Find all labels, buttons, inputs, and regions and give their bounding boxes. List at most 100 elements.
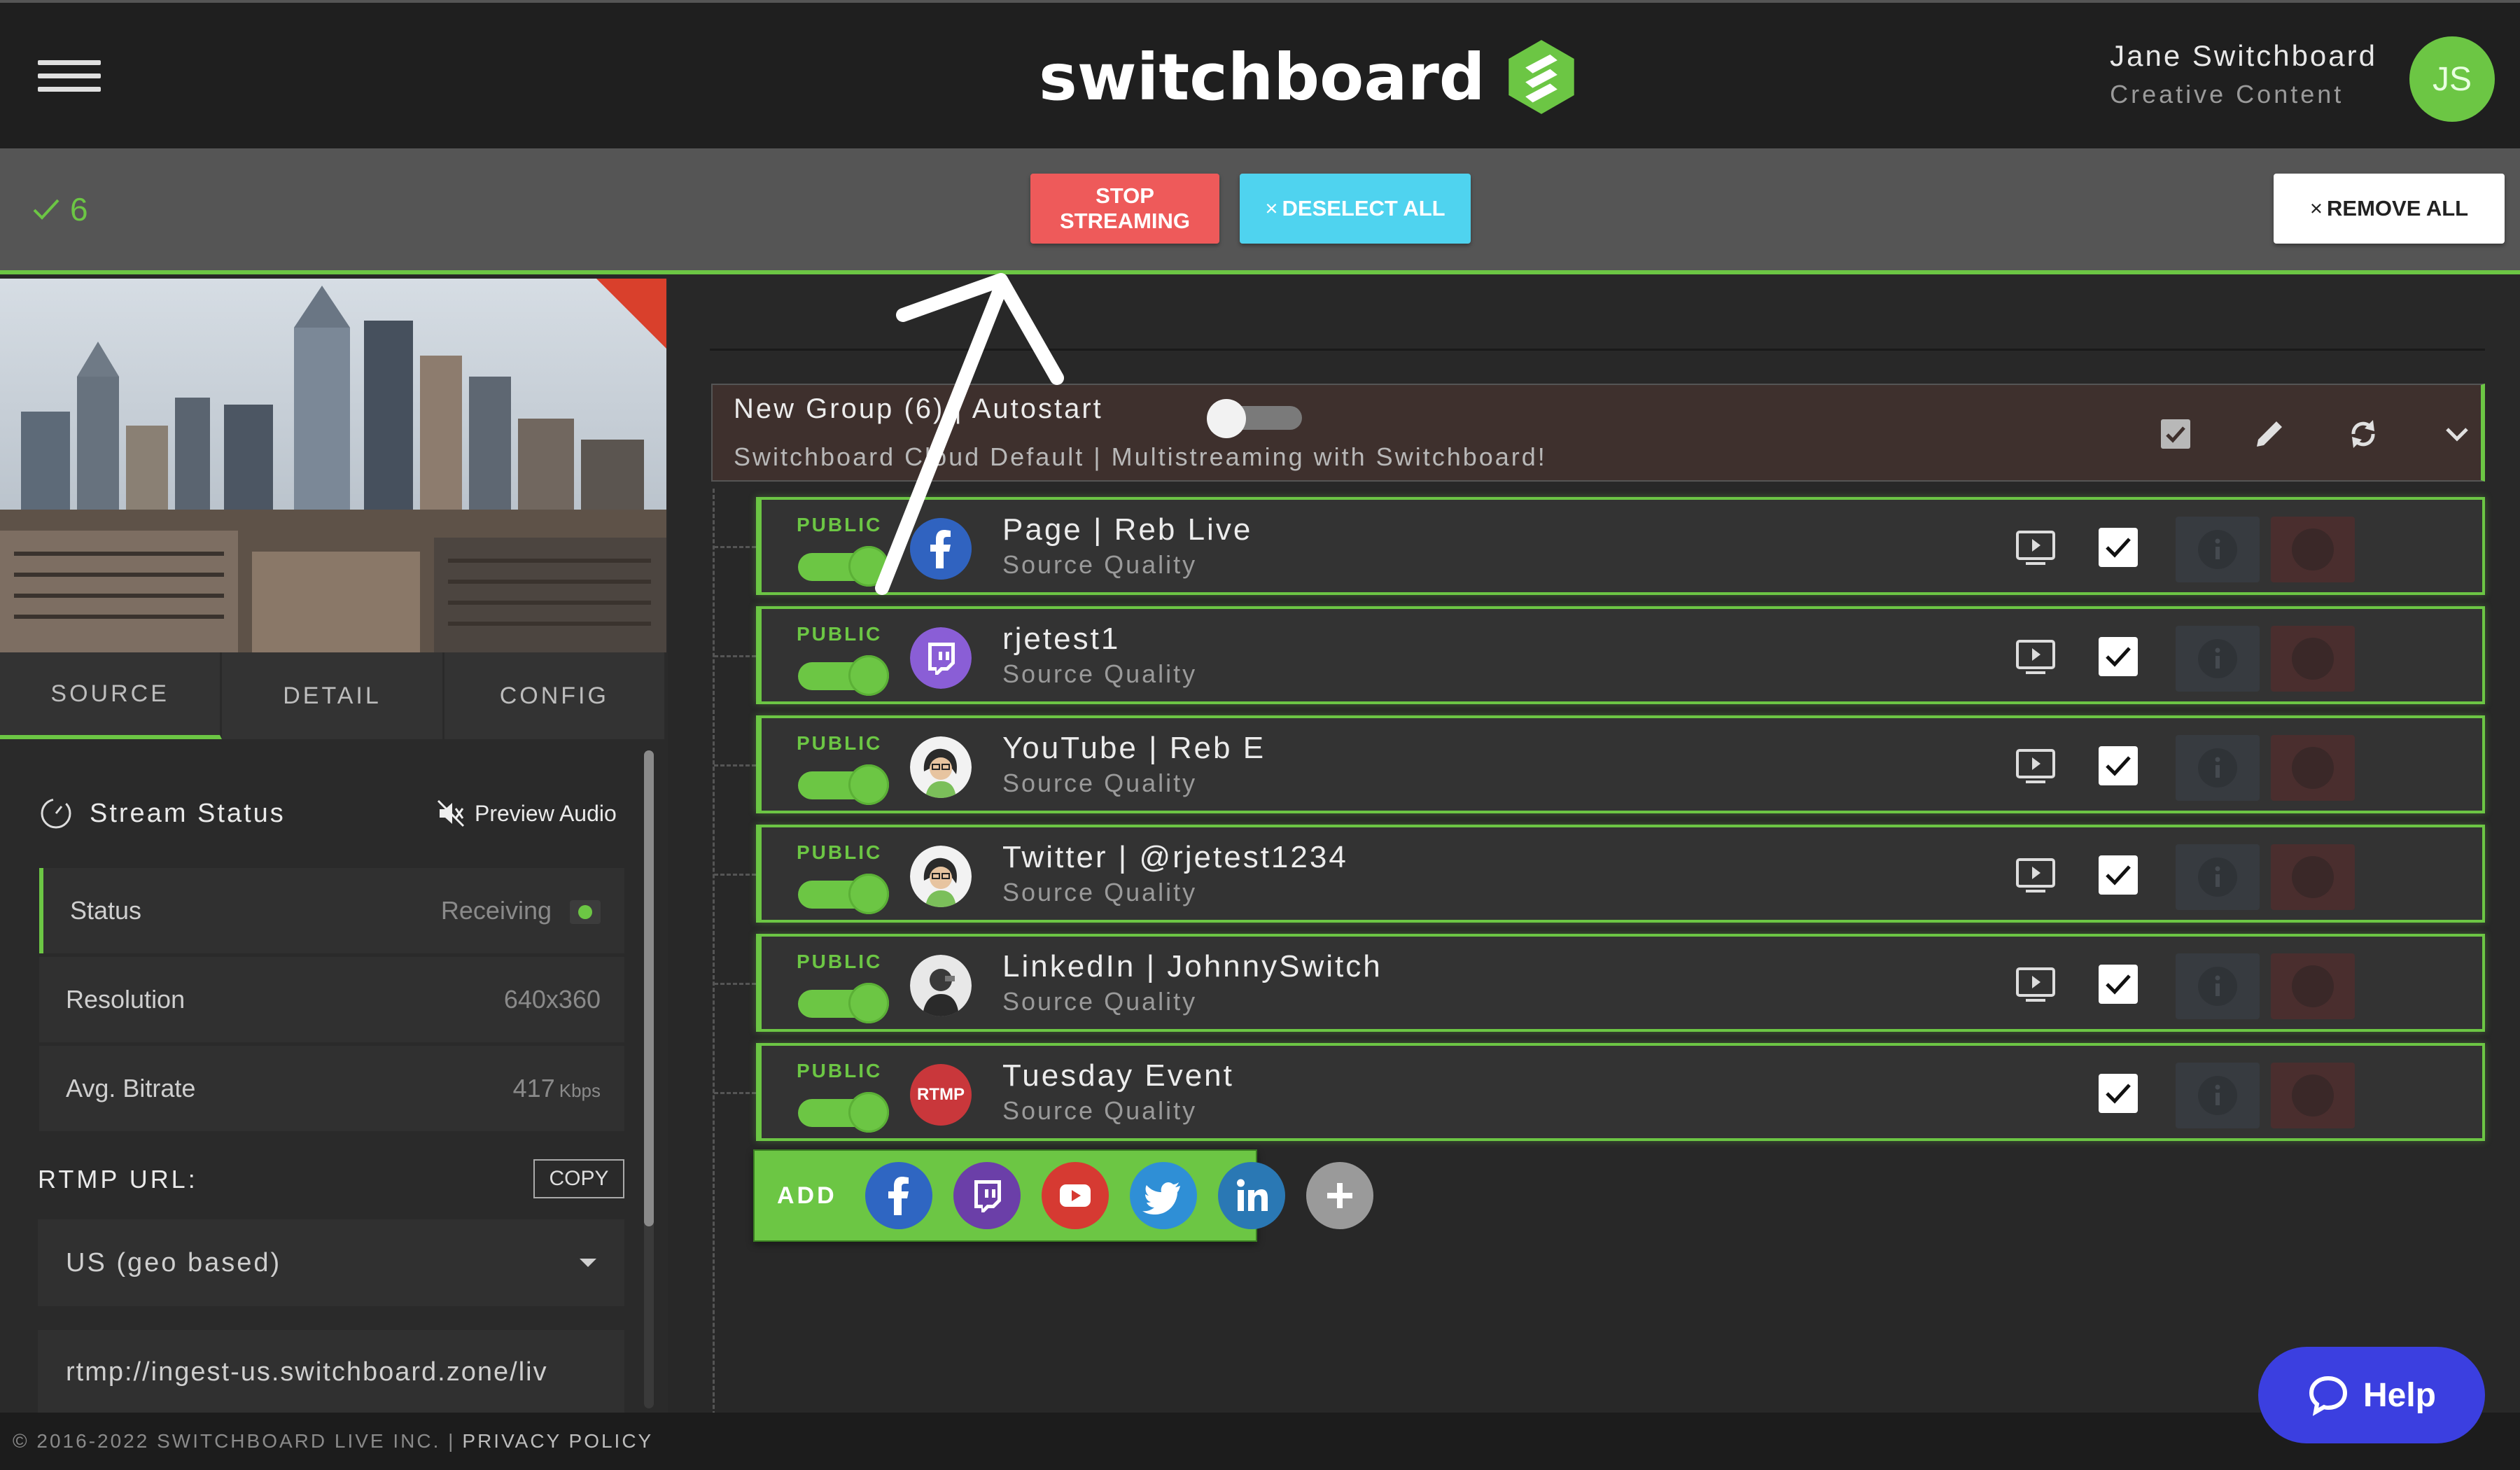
close-icon: × bbox=[1265, 196, 1278, 220]
add-twitter-button[interactable] bbox=[1129, 1162, 1197, 1229]
twitch-icon bbox=[974, 1180, 1001, 1212]
record-icon bbox=[2292, 528, 2334, 570]
add-custom-button[interactable] bbox=[1306, 1162, 1373, 1229]
destination-row-twitch[interactable]: PUBLIC rjetest1 Source Quality bbox=[756, 606, 2485, 704]
chevron-down-icon bbox=[2446, 428, 2468, 442]
tree-branch bbox=[714, 983, 756, 985]
destination-row-youtube[interactable]: PUBLIC YouTube | Reb E Source Quality bbox=[756, 715, 2485, 813]
record-button[interactable] bbox=[2271, 626, 2355, 692]
visibility-label: PUBLIC bbox=[797, 514, 883, 536]
stop-label-line2: STREAMING bbox=[1060, 209, 1190, 233]
toggle-knob bbox=[848, 874, 889, 914]
remove-all-button[interactable]: × REMOVE ALL bbox=[2274, 174, 2505, 244]
tab-detail[interactable]: DETAIL bbox=[222, 652, 444, 739]
logo: switchboard bbox=[1039, 36, 1578, 118]
toggle-knob bbox=[1207, 399, 1246, 438]
destination-toggle[interactable] bbox=[798, 546, 889, 587]
stop-streaming-button[interactable]: STOP STREAMING bbox=[1030, 174, 1219, 244]
preview-video-icon[interactable] bbox=[2015, 857, 2057, 895]
destination-row-twitter[interactable]: PUBLIC Twitter | @rjetest1234 Source Qua… bbox=[756, 825, 2485, 923]
region-select[interactable]: US (geo based) bbox=[38, 1219, 624, 1306]
toggle-knob bbox=[848, 655, 889, 696]
preview-video-icon[interactable] bbox=[2015, 638, 2057, 676]
youtube-avatar bbox=[910, 736, 972, 798]
destination-toggle[interactable] bbox=[798, 983, 889, 1023]
info-button[interactable] bbox=[2176, 844, 2260, 910]
scrollbar-thumb[interactable] bbox=[644, 750, 654, 1226]
preview-video-icon[interactable] bbox=[2015, 748, 2057, 785]
info-button[interactable] bbox=[2176, 735, 2260, 801]
user-name: Jane Switchboard bbox=[2110, 39, 2377, 72]
destination-toggle[interactable] bbox=[798, 874, 889, 914]
destination-checkbox[interactable] bbox=[2099, 855, 2138, 895]
deselect-all-button[interactable]: × DESELECT ALL bbox=[1240, 174, 1471, 244]
group-select-checkbox[interactable] bbox=[2155, 413, 2197, 455]
add-youtube-button[interactable] bbox=[1041, 1162, 1109, 1229]
sync-group-button[interactable] bbox=[2342, 413, 2384, 455]
group-header[interactable]: New Group (6) | Autostart Switchboard Cl… bbox=[711, 384, 2485, 482]
pencil-icon bbox=[2257, 421, 2282, 447]
rtmp-badge: RTMP bbox=[917, 1085, 965, 1104]
left-panel-scrollbar[interactable] bbox=[644, 750, 654, 1408]
tab-source[interactable]: SOURCE bbox=[0, 652, 223, 739]
gauge-icon bbox=[41, 798, 71, 829]
user-avatar[interactable]: JS bbox=[2409, 36, 2495, 122]
action-toolbar: 6 STOP STREAMING × DESELECT ALL × REMOVE… bbox=[0, 148, 2520, 274]
youtube-icon bbox=[1059, 1184, 1091, 1207]
record-button[interactable] bbox=[2271, 735, 2355, 801]
record-button[interactable] bbox=[2271, 953, 2355, 1019]
rtmp-url-field[interactable]: rtmp://ingest-us.switchboard.zone/liv bbox=[38, 1330, 624, 1414]
preview-video-icon[interactable] bbox=[2015, 966, 2057, 1004]
status-label: Status bbox=[70, 896, 142, 925]
destination-row-facebook[interactable]: PUBLIC Page | Reb Live Source Quality bbox=[756, 497, 2485, 595]
privacy-policy-link[interactable]: PRIVACY POLICY bbox=[462, 1430, 653, 1452]
copy-url-button[interactable]: COPY bbox=[533, 1159, 624, 1198]
group-title: New Group (6) | Autostart bbox=[734, 393, 1103, 424]
info-icon bbox=[2198, 858, 2237, 897]
user-info: Jane Switchboard Creative Content bbox=[2110, 39, 2377, 109]
caret-down-icon bbox=[580, 1259, 596, 1267]
add-destination-bar: ADD bbox=[753, 1149, 1373, 1242]
tab-config[interactable]: CONFIG bbox=[444, 652, 666, 739]
destination-row-linkedin[interactable]: PUBLIC LinkedIn | JohnnySwitch Source Qu… bbox=[756, 934, 2485, 1032]
rtmp-icon: RTMP bbox=[910, 1064, 972, 1126]
refresh-icon bbox=[2351, 420, 2375, 448]
hamburger-menu-icon[interactable] bbox=[38, 60, 101, 94]
destination-checkbox[interactable] bbox=[2099, 965, 2138, 1004]
destination-checkbox[interactable] bbox=[2099, 528, 2138, 567]
resolution-row: Resolution 640x360 bbox=[39, 957, 624, 1042]
destination-checkbox[interactable] bbox=[2099, 746, 2138, 785]
edit-group-button[interactable] bbox=[2248, 413, 2290, 455]
twitter-icon bbox=[1142, 1182, 1180, 1214]
linkedin-avatar bbox=[910, 955, 972, 1016]
destination-row-rtmp[interactable]: PUBLIC RTMP Tuesday Event Source Quality bbox=[756, 1043, 2485, 1141]
record-button[interactable] bbox=[2271, 1063, 2355, 1128]
add-linkedin-button[interactable] bbox=[1217, 1162, 1285, 1229]
info-button[interactable] bbox=[2176, 517, 2260, 582]
info-button[interactable] bbox=[2176, 1063, 2260, 1128]
destination-checkbox[interactable] bbox=[2099, 1074, 2138, 1113]
expand-group-button[interactable] bbox=[2436, 413, 2478, 455]
record-icon bbox=[2292, 965, 2334, 1007]
preview-video-icon[interactable] bbox=[2015, 529, 2057, 567]
autostart-toggle[interactable] bbox=[1207, 399, 1302, 438]
help-button[interactable]: Help bbox=[2258, 1347, 2485, 1443]
destination-checkbox[interactable] bbox=[2099, 637, 2138, 676]
stream-preview[interactable] bbox=[0, 279, 666, 652]
record-button[interactable] bbox=[2271, 517, 2355, 582]
twitch-icon bbox=[910, 627, 972, 689]
info-button[interactable] bbox=[2176, 626, 2260, 692]
twitter-avatar bbox=[910, 846, 972, 907]
destination-toggle[interactable] bbox=[798, 1092, 889, 1133]
preview-audio-toggle[interactable]: Preview Audio bbox=[437, 799, 617, 827]
destination-toggle[interactable] bbox=[798, 655, 889, 696]
tree-branch bbox=[714, 655, 756, 657]
destination-toggle[interactable] bbox=[798, 764, 889, 805]
info-button[interactable] bbox=[2176, 953, 2260, 1019]
record-button[interactable] bbox=[2271, 844, 2355, 910]
add-twitch-button[interactable] bbox=[953, 1162, 1021, 1229]
copyright-text: © 2016-2022 SWITCHBOARD LIVE INC. | bbox=[13, 1430, 456, 1452]
add-facebook-button[interactable] bbox=[864, 1162, 932, 1229]
record-icon bbox=[2292, 747, 2334, 789]
status-value-wrap: Receiving bbox=[441, 896, 601, 925]
